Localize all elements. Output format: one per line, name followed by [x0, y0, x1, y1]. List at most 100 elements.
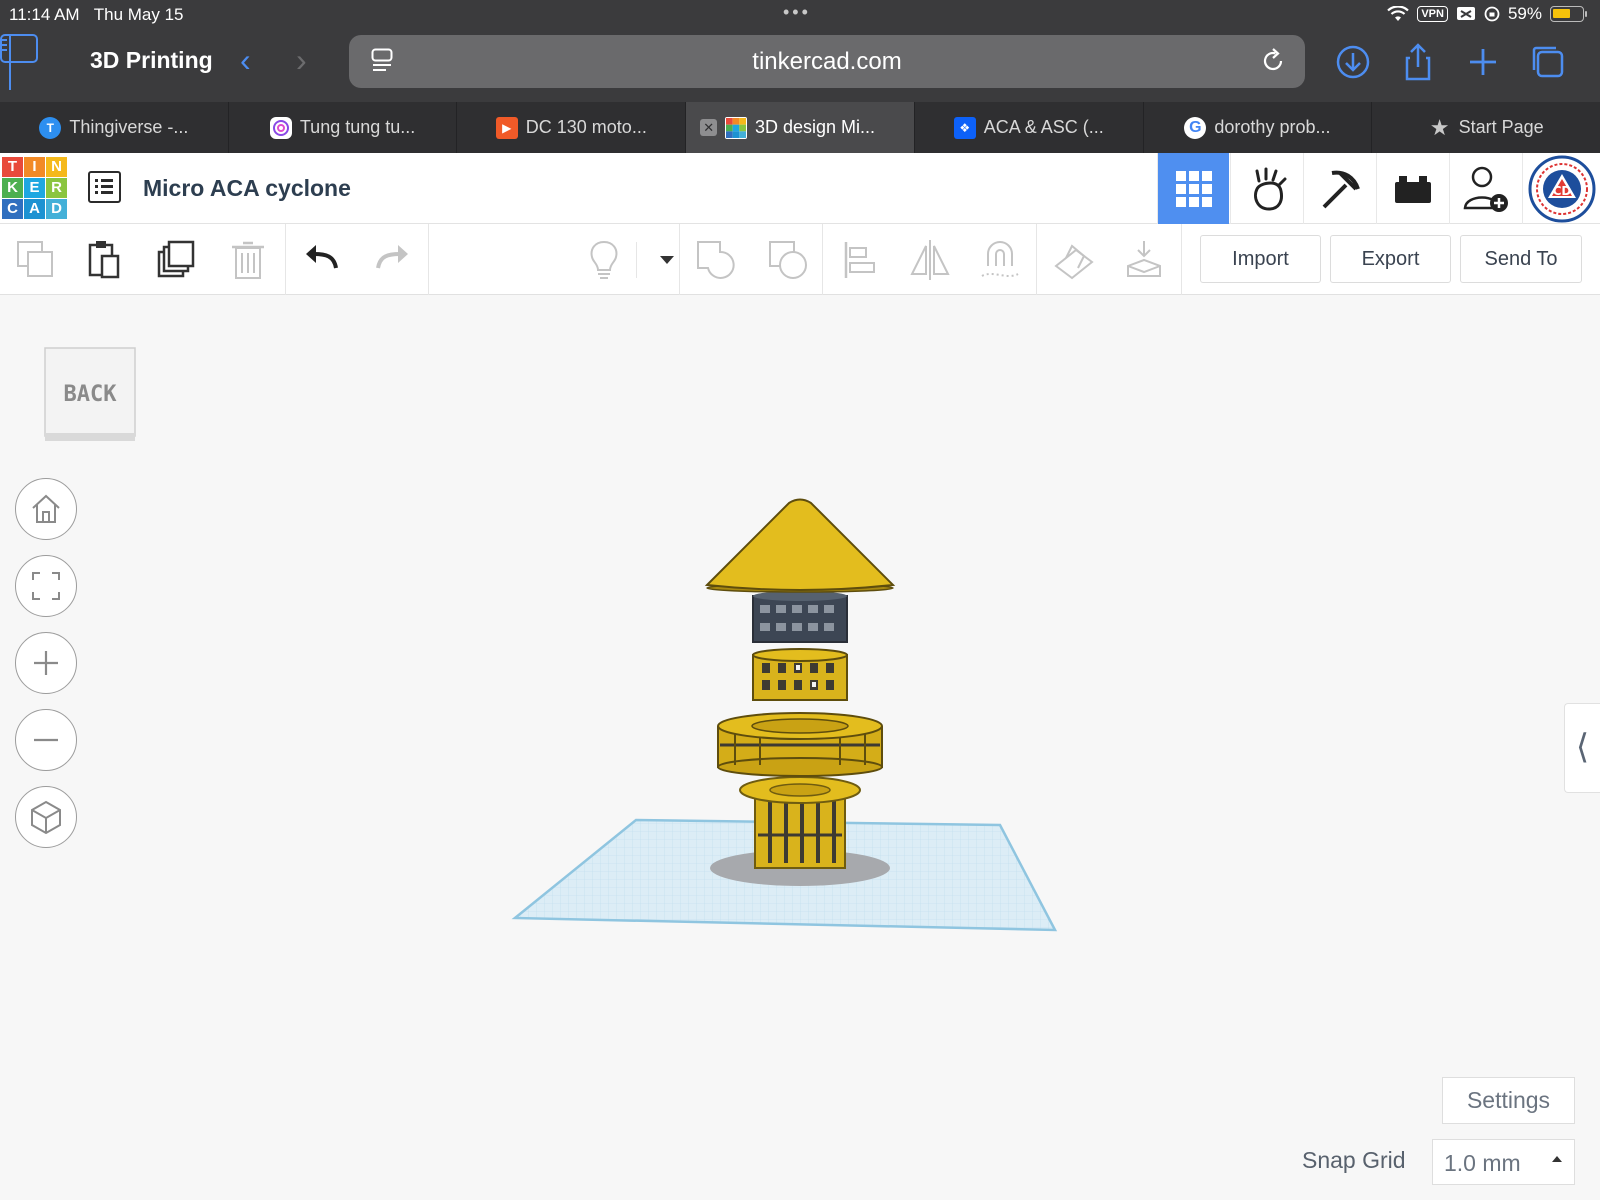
- minus-icon: [34, 738, 58, 742]
- logo-letter-tile: C: [2, 199, 23, 219]
- browser-tab[interactable]: ▶ DC 130 moto...: [457, 102, 687, 153]
- share-icon[interactable]: [1398, 42, 1438, 82]
- plus-icon: [34, 651, 58, 675]
- wifi-icon: [1387, 6, 1410, 21]
- ruler-drop-icon[interactable]: [1122, 238, 1166, 282]
- dropbox-icon: ❖: [953, 116, 976, 139]
- thingiverse-icon: T: [39, 116, 62, 139]
- svg-text:CD: CD: [1552, 184, 1571, 198]
- design-list-icon[interactable]: [88, 171, 121, 203]
- view-cube[interactable]: BACK: [44, 347, 136, 443]
- view-cube-graphic[interactable]: BACK: [44, 347, 136, 443]
- fit-to-view-icon: [32, 572, 60, 600]
- editor-toolbar: Import Export Send To: [0, 224, 1600, 295]
- browser-toolbar: 3D Printing ‹ › tinkercad.com: [0, 34, 1600, 90]
- address-bar[interactable]: tinkercad.com: [349, 35, 1305, 88]
- lightbulb-icon[interactable]: [582, 238, 626, 282]
- snap-grid-select[interactable]: 1.0 mm: [1432, 1139, 1575, 1185]
- battery-percent: 59%: [1507, 4, 1542, 23]
- rotation-lock-icon: [1484, 6, 1500, 22]
- tinkercad-logo[interactable]: TIN KER CAD: [2, 157, 67, 219]
- send-to-button[interactable]: Send To: [1460, 235, 1582, 283]
- align-icon[interactable]: [838, 238, 882, 282]
- perspective-toggle-button[interactable]: [15, 786, 77, 848]
- tab-overview-icon[interactable]: [1528, 42, 1568, 82]
- browser-chrome: 11:14 AM Thu May 15 ••• VPN 59% 3D Print…: [0, 0, 1600, 102]
- new-tab-icon[interactable]: [1463, 42, 1503, 82]
- ungroup-icon[interactable]: [766, 238, 810, 282]
- grid-view-icon: [1175, 170, 1212, 207]
- multitask-dots[interactable]: •••: [783, 2, 811, 23]
- chat-icon: [269, 116, 292, 139]
- home-icon: [32, 494, 60, 523]
- home-view-button[interactable]: [15, 478, 77, 540]
- cruise-magnet-icon[interactable]: [978, 238, 1022, 282]
- sim-lab-button[interactable]: [1230, 153, 1302, 224]
- group-icon[interactable]: [694, 238, 738, 282]
- 3d-viewport[interactable]: [0, 295, 1600, 1200]
- pickaxe-icon: [1322, 170, 1360, 208]
- zoom-in-button[interactable]: [15, 632, 77, 694]
- reload-icon[interactable]: [1259, 47, 1287, 75]
- tab-group-title[interactable]: 3D Printing: [90, 47, 213, 74]
- design-workspace[interactable]: BACK ⟨ Settings Snap Grid 1.0 mm: [0, 295, 1600, 1200]
- bricks-button[interactable]: [1376, 153, 1448, 224]
- status-bar: 11:14 AM Thu May 15 ••• VPN 59%: [0, 0, 1600, 30]
- tinkercad-header: TIN KER CAD Micro ACA cyclone CD: [0, 153, 1600, 224]
- blocks-button[interactable]: [1303, 153, 1375, 224]
- logo-letter-tile: D: [46, 199, 67, 219]
- tinkercad-icon: [724, 116, 747, 139]
- cyclone-base-part[interactable]: [739, 776, 861, 869]
- screen-mirror-icon: [1456, 7, 1475, 20]
- toolbar-separator: [636, 242, 637, 278]
- profile-button[interactable]: CD: [1522, 153, 1600, 224]
- 3d-design-view-button[interactable]: [1157, 153, 1229, 224]
- url-text[interactable]: tinkercad.com: [349, 48, 1305, 76]
- workplane-icon[interactable]: [1052, 238, 1096, 282]
- import-button[interactable]: Import: [1200, 235, 1321, 283]
- star-icon: ★: [1429, 114, 1450, 140]
- shapes-panel-toggle[interactable]: ⟨: [1564, 703, 1600, 793]
- undo-icon[interactable]: [300, 238, 344, 282]
- browser-tab[interactable]: Tung tung tu...: [229, 102, 458, 153]
- browser-tab[interactable]: ❖ ACA & ASC (...: [915, 102, 1144, 153]
- downloads-icon[interactable]: [1333, 42, 1373, 82]
- settings-button[interactable]: Settings: [1442, 1077, 1575, 1124]
- cube-perspective-icon: [31, 800, 61, 835]
- logo-letter-tile: I: [24, 157, 45, 177]
- logo-letter-tile: K: [2, 178, 23, 198]
- copy-icon[interactable]: [14, 238, 58, 282]
- cyclone-top-filter[interactable]: [752, 591, 848, 643]
- toolbar-separator: [285, 224, 286, 295]
- browser-tab[interactable]: G dorothy prob...: [1144, 102, 1373, 153]
- chevron-down-icon[interactable]: [645, 238, 689, 282]
- cyclone-inlet-part[interactable]: [752, 648, 848, 701]
- fit-view-button[interactable]: [15, 555, 77, 617]
- close-tab-icon[interactable]: ✕: [700, 119, 718, 136]
- add-user-icon: [1463, 166, 1508, 212]
- zoom-out-button[interactable]: [15, 709, 77, 771]
- browser-tab-active[interactable]: ✕ 3D design Mi...: [686, 102, 915, 153]
- cyclone-body-ring[interactable]: [717, 712, 883, 777]
- browser-tab[interactable]: T Thingiverse -...: [0, 102, 229, 153]
- design-title[interactable]: Micro ACA cyclone: [143, 175, 351, 202]
- mirror-icon[interactable]: [908, 238, 952, 282]
- export-button[interactable]: Export: [1330, 235, 1451, 283]
- logo-letter-tile: E: [24, 178, 45, 198]
- paste-icon[interactable]: [82, 238, 126, 282]
- toolbar-separator: [428, 224, 429, 295]
- forward-button[interactable]: ›: [296, 42, 307, 79]
- invite-user-button[interactable]: [1449, 153, 1521, 224]
- delete-icon[interactable]: [226, 238, 270, 282]
- view-cube-label: BACK: [64, 382, 118, 407]
- cyclone-cone-cap[interactable]: [704, 498, 896, 593]
- browser-tab[interactable]: ★ Start Page: [1372, 102, 1600, 153]
- logo-letter-tile: T: [2, 157, 23, 177]
- sidebar-toggle-icon[interactable]: [0, 34, 38, 63]
- logo-letter-tile: R: [46, 178, 67, 198]
- redo-icon[interactable]: [370, 238, 414, 282]
- play-icon: ▶: [495, 116, 518, 139]
- back-button[interactable]: ‹: [240, 42, 251, 79]
- duplicate-icon[interactable]: [154, 238, 198, 282]
- status-time: 11:14 AM Thu May 15: [9, 5, 184, 24]
